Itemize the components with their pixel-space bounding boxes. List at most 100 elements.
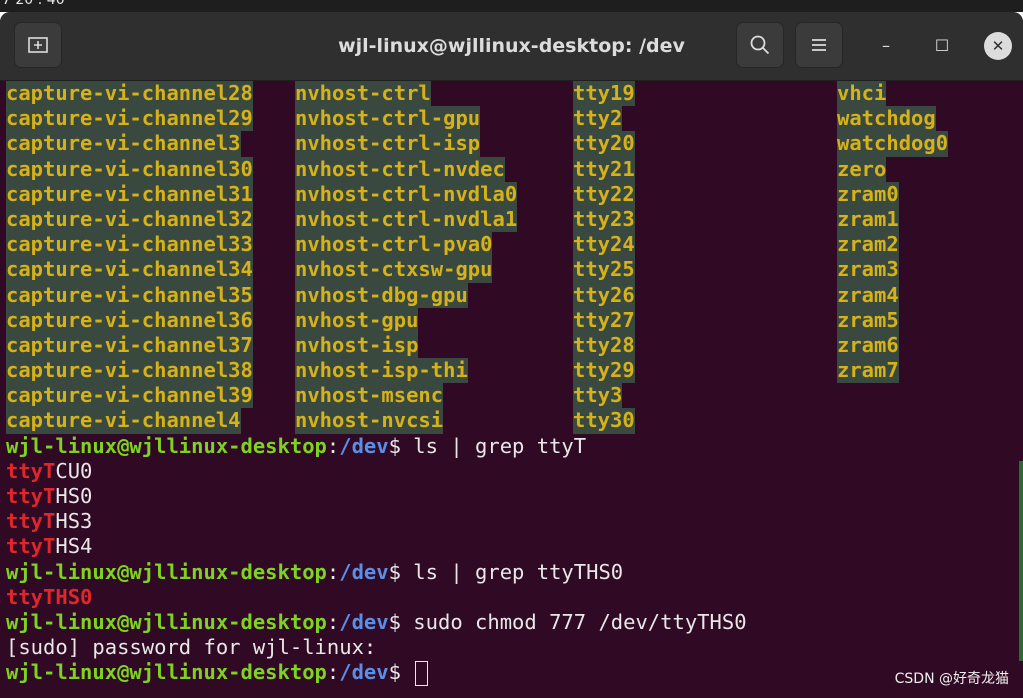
directory-entry: nvhost-ctrl-nvdla1 — [295, 206, 518, 233]
directory-entry: capture-vi-channel33 — [6, 232, 253, 258]
directory-entry: tty28 — [573, 332, 635, 359]
directory-entry: zram1 — [837, 206, 899, 233]
listing-row: capture-vi-channel4 nvhost-nvcsi tty30 — [0, 408, 1023, 434]
hamburger-menu-icon — [812, 39, 826, 51]
directory-entry: capture-vi-channel34 — [6, 257, 253, 283]
directory-entry: tty20 — [573, 131, 635, 157]
new-tab-button[interactable] — [14, 22, 62, 68]
directory-entry: tty19 — [573, 81, 635, 107]
directory-entry: nvhost-ctrl-nvdec — [295, 156, 505, 182]
directory-entry: nvhost-nvcsi — [295, 408, 444, 434]
directory-entry: tty25 — [573, 257, 635, 283]
directory-entry: nvhost-ctrl-pva0 — [295, 232, 493, 258]
directory-entry: capture-vi-channel30 — [6, 156, 253, 182]
listing-row: capture-vi-channel32 nvhost-ctrl-nvdla1 tt… — [0, 206, 1023, 233]
system-top-bar: 7 20 : 40 — [0, 0, 1023, 12]
watermark: CSDN @好奇龙猫 — [894, 671, 1009, 687]
grep-output: ttyTHS0 — [0, 585, 1023, 610]
title-bar: wjl-linux@wjllinux-desktop: /dev – ☐ ✕ — [0, 12, 1023, 81]
directory-entry: nvhost-ctxsw-gpu — [295, 257, 493, 283]
directory-entry: tty27 — [573, 307, 635, 333]
listing-row: capture-vi-channel30 nvhost-ctrl-nvdec tty… — [0, 156, 1023, 182]
grep-output: ttyTCU0 ttyTHS0 ttyTHS3 ttyTHS4 — [0, 459, 1023, 560]
listing-row: capture-vi-channel31 nvhost-ctrl-nvdla0 tt… — [0, 181, 1023, 207]
listing-row: capture-vi-channel39 nvhost-msenc tty3 — [0, 383, 1023, 409]
menu-button[interactable] — [795, 22, 843, 68]
close-button[interactable]: ✕ — [984, 32, 1012, 60]
listing-row: capture-vi-channel35 nvhost-dbg-gpu tty26 z… — [0, 282, 1023, 308]
directory-entry: capture-vi-channel4 — [6, 408, 241, 434]
directory-entry: zram5 — [837, 307, 899, 333]
command-text: sudo chmod 777 /dev/ttyTHS0 — [400, 609, 747, 634]
output-line: ttyTHS0 — [0, 585, 1023, 610]
directory-entry: nvhost-ctrl — [295, 81, 431, 107]
listing-row: capture-vi-channel3 nvhost-ctrl-isp tty20 w… — [0, 131, 1023, 157]
terminal-window: wjl-linux@wjllinux-desktop: /dev – ☐ ✕ c… — [0, 12, 1023, 698]
text-cursor — [415, 660, 429, 686]
terminal-output[interactable]: capture-vi-channel28 nvhost-ctrl tty19 vhci… — [0, 81, 1023, 698]
directory-entry: zram2 — [837, 232, 899, 258]
directory-listing: capture-vi-channel28 nvhost-ctrl tty19 vhci… — [0, 81, 1023, 434]
directory-entry: tty22 — [573, 181, 635, 207]
output-line: ttyTHS4 — [0, 534, 1023, 559]
directory-entry: capture-vi-channel38 — [6, 358, 253, 384]
directory-entry: nvhost-ctrl-isp — [295, 131, 481, 157]
output-line: ttyTCU0 — [0, 459, 1023, 484]
directory-entry: tty30 — [573, 408, 635, 434]
directory-entry: tty21 — [573, 156, 635, 182]
grep-match: ttyT — [6, 458, 56, 483]
directory-entry: nvhost-msenc — [295, 383, 444, 409]
directory-entry: capture-vi-channel39 — [6, 383, 253, 409]
grep-match: ttyTHS0 — [6, 584, 93, 609]
grep-match: ttyT — [6, 509, 56, 534]
directory-entry: nvhost-isp — [295, 332, 419, 359]
directory-entry: zero — [837, 156, 887, 182]
prompt-line: wjl-linux@wjllinux-desktop:/dev$ sudo ch… — [6, 609, 747, 634]
grep-rest: CU0 — [55, 458, 93, 483]
directory-entry: tty23 — [573, 206, 635, 233]
listing-row: capture-vi-channel28 nvhost-ctrl tty19 vhci — [0, 81, 1023, 107]
prompt-line: wjl-linux@wjllinux-desktop:/dev$ ls | gr… — [6, 433, 587, 458]
grep-rest: HS4 — [55, 534, 93, 559]
grep-rest: HS3 — [55, 509, 93, 534]
grep-match: ttyT — [6, 534, 56, 559]
listing-row: capture-vi-channel36 nvhost-gpu tty27 zram5 — [0, 307, 1023, 333]
directory-entry: capture-vi-channel28 — [6, 81, 253, 107]
directory-entry: tty24 — [573, 232, 635, 258]
listing-row: capture-vi-channel33 nvhost-ctrl-pva0 tty2… — [0, 232, 1023, 258]
directory-entry: tty29 — [573, 358, 635, 384]
search-button[interactable] — [736, 22, 784, 68]
minimize-button[interactable]: – — [872, 32, 900, 60]
directory-entry: nvhost-ctrl-nvdla0 — [295, 181, 518, 207]
directory-entry: vhci — [837, 81, 887, 107]
directory-entry: capture-vi-channel29 — [6, 106, 253, 132]
new-tab-icon — [28, 37, 48, 53]
directory-entry: zram0 — [837, 181, 899, 207]
directory-entry: watchdog — [837, 106, 936, 132]
directory-entry: capture-vi-channel3 — [6, 131, 241, 157]
directory-entry: capture-vi-channel32 — [6, 206, 253, 233]
command-text: ls | grep ttyTHS0 — [400, 559, 624, 584]
directory-entry: nvhost-ctrl-gpu — [295, 106, 481, 132]
grep-rest: HS0 — [55, 484, 93, 508]
directory-entry: tty3 — [573, 383, 623, 409]
directory-entry: zram7 — [837, 358, 899, 384]
scrollbar[interactable] — [1019, 461, 1023, 661]
directory-entry: capture-vi-channel31 — [6, 181, 253, 207]
directory-entry: capture-vi-channel35 — [6, 282, 253, 308]
grep-match: ttyT — [6, 484, 56, 508]
directory-entry: zram6 — [837, 332, 899, 359]
prompt-line: wjl-linux@wjllinux-desktop:/dev$ ls | gr… — [6, 559, 624, 584]
listing-row: capture-vi-channel38 nvhost-isp-thi tty29 z… — [0, 358, 1023, 384]
window-title: wjl-linux@wjllinux-desktop: /dev — [338, 35, 685, 57]
directory-entry: capture-vi-channel37 — [6, 332, 253, 359]
output-line: ttyTHS0 — [0, 484, 1023, 509]
directory-entry: nvhost-dbg-gpu — [295, 282, 468, 308]
maximize-button[interactable]: ☐ — [928, 32, 956, 60]
listing-row: capture-vi-channel37 nvhost-isp tty28 zram6 — [0, 332, 1023, 359]
directory-entry: zram4 — [837, 282, 899, 308]
sudo-prompt-line: [sudo] password for wjl-linux: — [6, 635, 377, 660]
directory-entry: nvhost-isp-thi — [295, 358, 468, 384]
active-prompt-line[interactable]: wjl-linux@wjllinux-desktop:/dev$ — [0, 660, 1023, 686]
command-text: ls | grep ttyT — [400, 433, 587, 458]
